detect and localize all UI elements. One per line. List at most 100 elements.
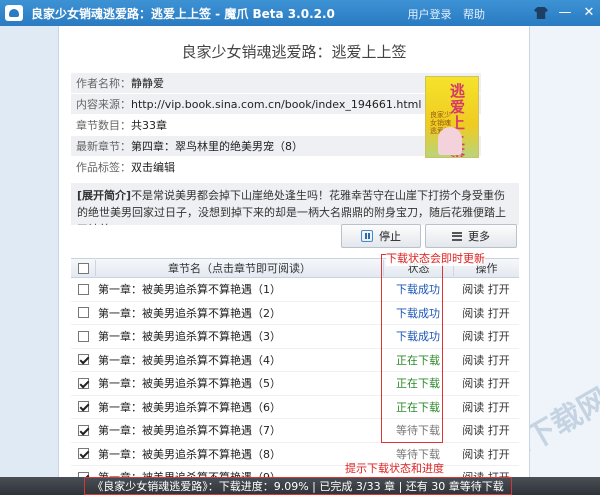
row-checkbox[interactable] (77, 307, 89, 319)
book-intro: [展开简介]不是常说美男都会掉下山崖绝处逢生吗！花雅幸苦守在山崖下打捞个身受重伤… (71, 183, 519, 225)
chapter-name[interactable]: 第一章：被美男追杀算不算艳遇（4） (95, 352, 383, 368)
read-link[interactable]: 阅读 (462, 330, 484, 343)
read-link[interactable]: 阅读 (462, 377, 484, 390)
chapter-name[interactable]: 第一章：被美男追杀算不算艳遇（2） (95, 305, 383, 321)
more-button[interactable]: 更多 (425, 224, 517, 248)
book-cover: 逃爱上上签 良家少女销魂逃爱路 (425, 76, 479, 158)
more-label: 更多 (468, 230, 490, 243)
open-link[interactable]: 打开 (488, 377, 510, 390)
login-link[interactable]: 用户登录 (408, 8, 452, 21)
close-icon[interactable]: ✕ (582, 6, 596, 20)
select-all-cell (71, 262, 95, 274)
chapter-ops: 阅读 打开 (453, 305, 519, 321)
open-link[interactable]: 打开 (488, 283, 510, 296)
table-row[interactable]: 第一章：被美男追杀算不算艳遇（8） 等待下载 阅读 打开 (71, 443, 519, 466)
open-link[interactable]: 打开 (488, 307, 510, 320)
table-row[interactable]: 第一章：被美男追杀算不算艳遇（2） 下载成功 阅读 打开 (71, 302, 519, 325)
select-all-checkbox[interactable] (77, 262, 89, 274)
info-value: 共33章 (131, 119, 167, 132)
info-row-tags: 作品标签：双击编辑 (71, 157, 481, 178)
read-link[interactable]: 阅读 (462, 354, 484, 367)
stop-button[interactable]: 停止 (341, 224, 421, 248)
menu-icon (452, 231, 462, 241)
expand-intro-link[interactable]: [展开简介] (77, 189, 131, 202)
row-checkbox[interactable] (77, 330, 89, 342)
table-row[interactable]: 第一章：被美男追杀算不算艳遇（6） 正在下载 阅读 打开 (71, 396, 519, 419)
row-check-cell (71, 377, 95, 389)
row-checkbox[interactable] (77, 401, 89, 413)
row-check-cell (71, 330, 95, 342)
chapter-ops: 阅读 打开 (453, 446, 519, 462)
info-label: 最新章节： (76, 140, 131, 153)
read-link[interactable]: 阅读 (462, 401, 484, 414)
chapter-ops: 阅读 打开 (453, 399, 519, 415)
info-row-author: 作者名称：静静爱 (71, 73, 481, 94)
open-link[interactable]: 打开 (488, 354, 510, 367)
pause-icon (361, 230, 373, 242)
chapter-status: 正在下载 (396, 353, 440, 367)
row-checkbox[interactable] (77, 424, 89, 436)
open-link[interactable]: 打开 (488, 401, 510, 414)
chapter-ops: 阅读 打开 (453, 281, 519, 297)
chapter-name[interactable]: 第一章：被美男追杀算不算艳遇（7） (95, 422, 383, 438)
table-row[interactable]: 第一章：被美男追杀算不算艳遇（1） 下载成功 阅读 打开 (71, 278, 519, 302)
info-value[interactable]: 双击编辑 (131, 161, 175, 174)
info-row-latest: 最新章节：第四章：翠鸟林里的绝美男宠（8） (71, 136, 481, 157)
info-label: 作者名称： (76, 77, 131, 90)
read-link[interactable]: 阅读 (462, 424, 484, 437)
info-label: 章节数目： (76, 119, 131, 132)
cover-illustration (438, 127, 462, 155)
row-check-cell (71, 283, 95, 295)
open-link[interactable]: 打开 (488, 330, 510, 343)
read-link[interactable]: 阅读 (462, 283, 484, 296)
row-check-cell (71, 354, 95, 366)
chapter-table: 章节名（点击章节即可阅读） 状态 操作 第一章：被美男追杀算不算艳遇（1） 下载成… (71, 258, 519, 490)
minimize-icon[interactable]: — (558, 6, 572, 20)
row-checkbox[interactable] (77, 354, 89, 366)
chapter-name[interactable]: 第一章：被美男追杀算不算艳遇（3） (95, 328, 383, 344)
chapter-status: 正在下载 (396, 400, 440, 414)
help-link[interactable]: 帮助 (463, 8, 485, 21)
chapter-name[interactable]: 第一章：被美男追杀算不算艳遇（8） (95, 446, 383, 462)
intro-text: 不是常说美男都会掉下山崖绝处逢生吗！花雅幸苦守在山崖下打捞个身受重伤的绝世美男回… (77, 189, 506, 225)
title-links: 用户登录 帮助 (400, 6, 486, 22)
read-link[interactable]: 阅读 (462, 307, 484, 320)
table-row[interactable]: 第一章：被美男追杀算不算艳遇（5） 正在下载 阅读 打开 (71, 372, 519, 396)
chapter-name[interactable]: 第一章：被美男追杀算不算艳遇（6） (95, 399, 383, 415)
download-progress-text: 《良家少女销魂逃爱路》：下载进度：9.09% | 已完成 3/33 章 | 还有… (84, 477, 512, 495)
window-title: 良家少女销魂逃爱路：逃爱上上签 - 魔爪 Beta 3.0.2.0 (31, 6, 335, 21)
row-check-cell (71, 448, 95, 460)
chapter-name[interactable]: 第一章：被美男追杀算不算艳遇（1） (95, 281, 383, 297)
row-check-cell (71, 424, 95, 436)
row-checkbox[interactable] (77, 448, 89, 460)
book-title: 良家少女销魂逃爱路：逃爱上上签 (181, 43, 407, 61)
row-check-cell (71, 401, 95, 413)
table-row[interactable]: 第一章：被美男追杀算不算艳遇（7） 等待下载 阅读 打开 (71, 419, 519, 443)
row-checkbox[interactable] (77, 283, 89, 295)
chapter-status: 下载成功 (396, 283, 440, 297)
status-annotation: 下载状态会即时更新 (386, 250, 485, 266)
info-label: 作品标签： (76, 161, 131, 174)
table-row[interactable]: 第一章：被美男追杀算不算艳遇（4） 正在下载 阅读 打开 (71, 349, 519, 372)
open-link[interactable]: 打开 (488, 448, 510, 461)
chapter-status: 下载成功 (396, 330, 440, 344)
chapter-ops: 阅读 打开 (453, 422, 519, 438)
app-logo-icon (5, 5, 23, 21)
info-label: 内容来源： (76, 98, 131, 111)
table-row[interactable]: 第一章：被美男追杀算不算艳遇（3） 下载成功 阅读 打开 (71, 325, 519, 349)
open-link[interactable]: 打开 (488, 424, 510, 437)
info-value[interactable]: http://vip.book.sina.com.cn/book/index_1… (131, 98, 421, 111)
row-check-cell (71, 307, 95, 319)
chapter-ops: 阅读 打开 (453, 352, 519, 368)
info-value: 静静爱 (131, 77, 164, 90)
chapter-name[interactable]: 第一章：被美男追杀算不算艳遇（5） (95, 375, 383, 391)
skin-icon[interactable] (534, 7, 548, 19)
row-checkbox[interactable] (77, 377, 89, 389)
stop-label: 停止 (379, 230, 401, 243)
chapter-ops: 阅读 打开 (453, 375, 519, 391)
chapter-status: 等待下载 (396, 424, 440, 438)
read-link[interactable]: 阅读 (462, 448, 484, 461)
info-value[interactable]: 第四章：翠鸟林里的绝美男宠（8） (131, 140, 303, 153)
table-body: 第一章：被美男追杀算不算艳遇（1） 下载成功 阅读 打开 第一章：被美男追杀算不算艳遇… (71, 278, 519, 490)
title-bar: 良家少女销魂逃爱路：逃爱上上签 - 魔爪 Beta 3.0.2.0 用户登录 帮… (0, 0, 600, 26)
